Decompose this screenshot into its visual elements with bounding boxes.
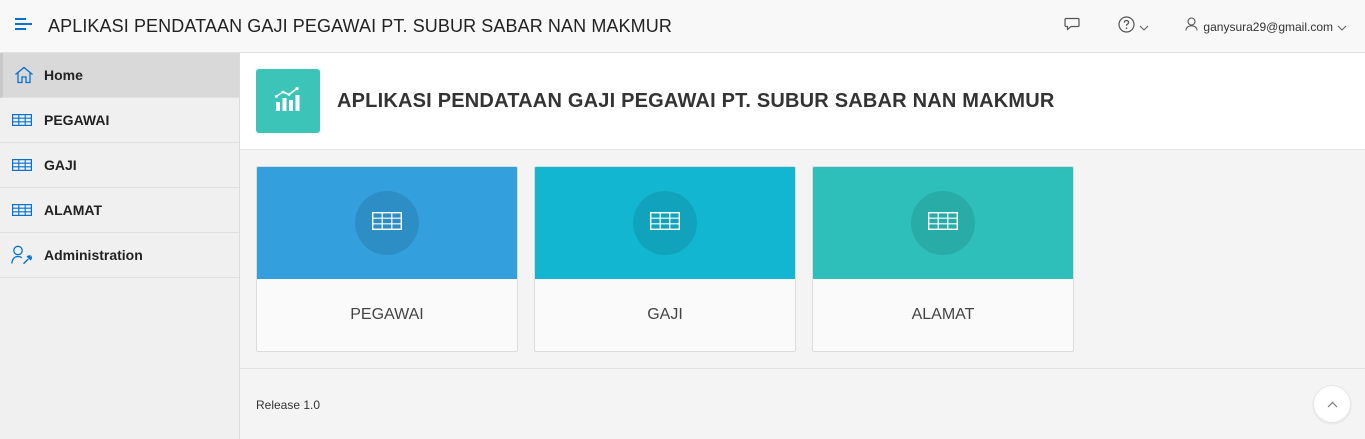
page-footer: Release 1.0 [240, 368, 1365, 439]
chevron-down-icon [1337, 18, 1347, 36]
home-icon [3, 66, 44, 84]
card-list: PEGAWAI GAJI ALAMAT [256, 166, 1090, 352]
hero-region: APLIKASI PENDATAAN GAJI PEGAWAI PT. SUBU… [240, 53, 1365, 150]
card-header [535, 167, 795, 279]
release-version: Release 1.0 [256, 398, 321, 412]
sidebar-item-label: PEGAWAI [44, 112, 110, 128]
sidebar-item-label: ALAMAT [44, 202, 103, 218]
card-pegawai[interactable]: PEGAWAI [256, 166, 518, 352]
card-title: ALAMAT [911, 306, 975, 323]
sidebar-item-alamat[interactable]: ALAMAT [0, 188, 239, 233]
scroll-to-top-button[interactable] [1313, 385, 1351, 423]
hero-icon-box [256, 69, 320, 133]
user-email: ganysura29@gmail.com [1203, 19, 1333, 34]
card-header [813, 167, 1073, 279]
table-icon [371, 211, 403, 235]
table-icon [0, 204, 44, 216]
chevron-down-icon [1139, 18, 1149, 36]
app-title[interactable]: APLIKASI PENDATAAN GAJI PEGAWAI PT. SUBU… [48, 16, 672, 37]
sidebar-item-gaji[interactable]: GAJI [0, 143, 239, 188]
sidebar-item-label: GAJI [44, 157, 77, 173]
user-menu-button[interactable]: ganysura29@gmail.com [1175, 0, 1365, 53]
sidebar-item-pegawai[interactable]: PEGAWAI [0, 98, 239, 143]
card-header [257, 167, 517, 279]
table-icon [0, 159, 44, 171]
table-icon [0, 114, 44, 126]
main-content: APLIKASI PENDATAAN GAJI PEGAWAI PT. SUBU… [240, 53, 1365, 439]
sidebar-item-label: Home [44, 67, 83, 83]
chevron-up-icon [1327, 395, 1338, 413]
card-icon-circle [355, 191, 419, 255]
table-icon [927, 211, 959, 235]
card-title: GAJI [647, 306, 683, 323]
table-icon [649, 211, 681, 235]
sidebar-item-administration[interactable]: Administration [0, 233, 239, 278]
sidebar-item-label: Administration [44, 247, 143, 263]
help-icon [1118, 15, 1136, 38]
page-title: APLIKASI PENDATAAN GAJI PEGAWAI PT. SUBU… [337, 89, 1055, 112]
help-menu-button[interactable] [1108, 0, 1159, 53]
card-icon-circle [911, 191, 975, 255]
card-icon-circle [633, 191, 697, 255]
sidebar-item-home[interactable]: Home [0, 53, 239, 98]
card-gaji[interactable]: GAJI [534, 166, 796, 352]
feedback-button[interactable] [1054, 0, 1090, 53]
sidebar-navigation: Home PEGAWAI GAJI ALAMAT Administration [0, 53, 240, 439]
menu-toggle-button[interactable] [0, 0, 48, 53]
chat-icon [1064, 17, 1081, 36]
card-title: PEGAWAI [350, 306, 424, 323]
menu-toggle-icon [15, 17, 33, 35]
card-alamat[interactable]: ALAMAT [812, 166, 1074, 352]
chart-growth-icon [274, 86, 302, 117]
user-wrench-icon [0, 245, 44, 265]
user-icon [1185, 17, 1199, 36]
top-navigation-bar: APLIKASI PENDATAAN GAJI PEGAWAI PT. SUBU… [0, 0, 1365, 53]
